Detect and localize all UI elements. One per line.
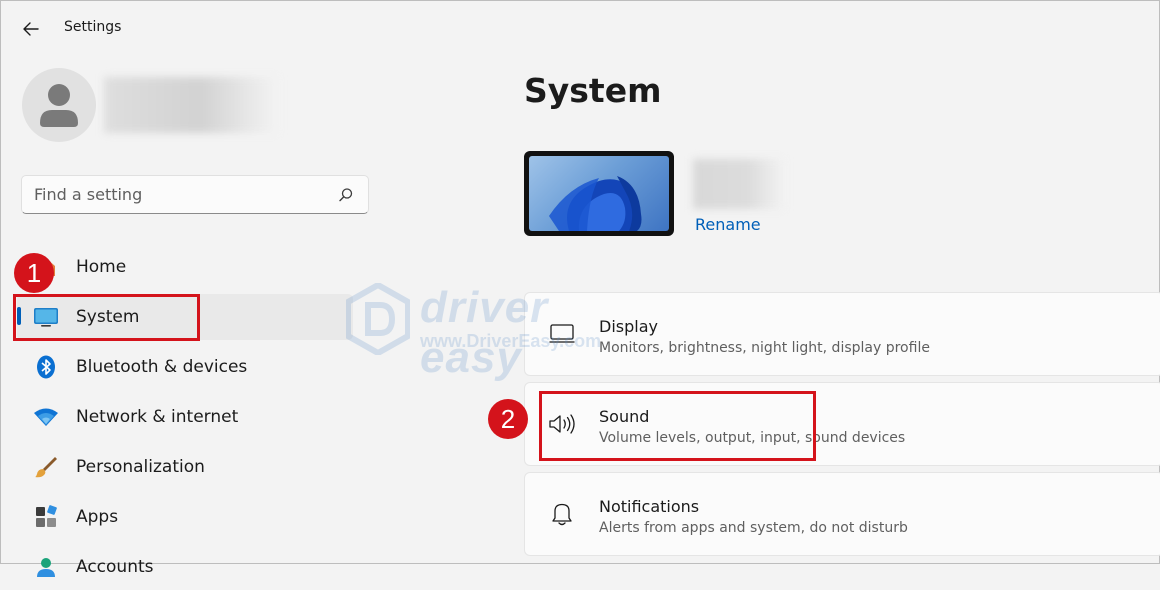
page-title: System [524,71,662,110]
person-icon [40,84,78,127]
sidebar-item-label: Network & internet [76,407,239,427]
sidebar-item-network[interactable]: Network & internet [17,394,353,440]
sidebar-item-label: Personalization [76,457,205,477]
app-title: Settings [64,19,122,35]
sidebar-item-personalization[interactable]: Personalization [17,444,353,490]
user-name-redacted [104,77,279,133]
windows-bloom-image [549,176,642,231]
back-arrow-icon [23,22,39,36]
avatar[interactable] [22,68,96,142]
sidebar-item-label: Home [76,257,127,277]
apps-icon [33,505,59,528]
card-subtitle: Volume levels, output, input, sound devi… [599,430,906,446]
bluetooth-icon [33,355,59,379]
account-icon [33,556,59,578]
device-name-redacted [693,159,785,209]
bell-icon [547,500,577,528]
sidebar-item-apps[interactable]: Apps [17,494,353,540]
search-input[interactable] [34,176,334,213]
card-notifications[interactable]: Notifications Alerts from apps and syste… [524,472,1160,556]
wallpaper-preview [529,156,669,231]
active-indicator [17,307,21,325]
sidebar-item-accounts[interactable]: Accounts [17,544,353,590]
rename-link[interactable]: Rename [695,215,761,234]
sidebar-item-system[interactable]: System [17,294,353,340]
card-sound[interactable]: Sound Volume levels, output, input, soun… [524,382,1160,466]
callout-badge-2: 2 [488,399,528,439]
card-title: Sound [599,407,650,426]
card-display[interactable]: Display Monitors, brightness, night ligh… [524,292,1160,376]
back-button[interactable] [15,15,47,43]
system-icon [33,306,59,328]
paintbrush-icon [33,456,59,478]
sidebar-item-label: Accounts [76,557,154,577]
sidebar-item-home[interactable]: Home [17,244,353,290]
card-title: Display [599,317,658,336]
sidebar-item-bluetooth[interactable]: Bluetooth & devices [17,344,353,390]
speaker-icon [547,410,577,438]
driver-easy-logo-icon [346,283,410,355]
device-thumbnail [524,151,674,236]
card-title: Notifications [599,497,700,516]
settings-window: Settings Home [0,0,1160,577]
search-icon[interactable] [338,187,354,203]
sidebar-item-label: Bluetooth & devices [76,357,248,377]
sidebar-item-label: Apps [76,507,119,527]
card-subtitle: Alerts from apps and system, do not dist… [599,520,908,536]
sidebar-item-label: System [76,307,140,327]
wifi-icon [33,406,59,428]
card-subtitle: Monitors, brightness, night light, displ… [599,340,930,356]
display-icon [547,320,577,348]
callout-badge-1: 1 [14,253,54,293]
search-box[interactable] [21,175,369,214]
